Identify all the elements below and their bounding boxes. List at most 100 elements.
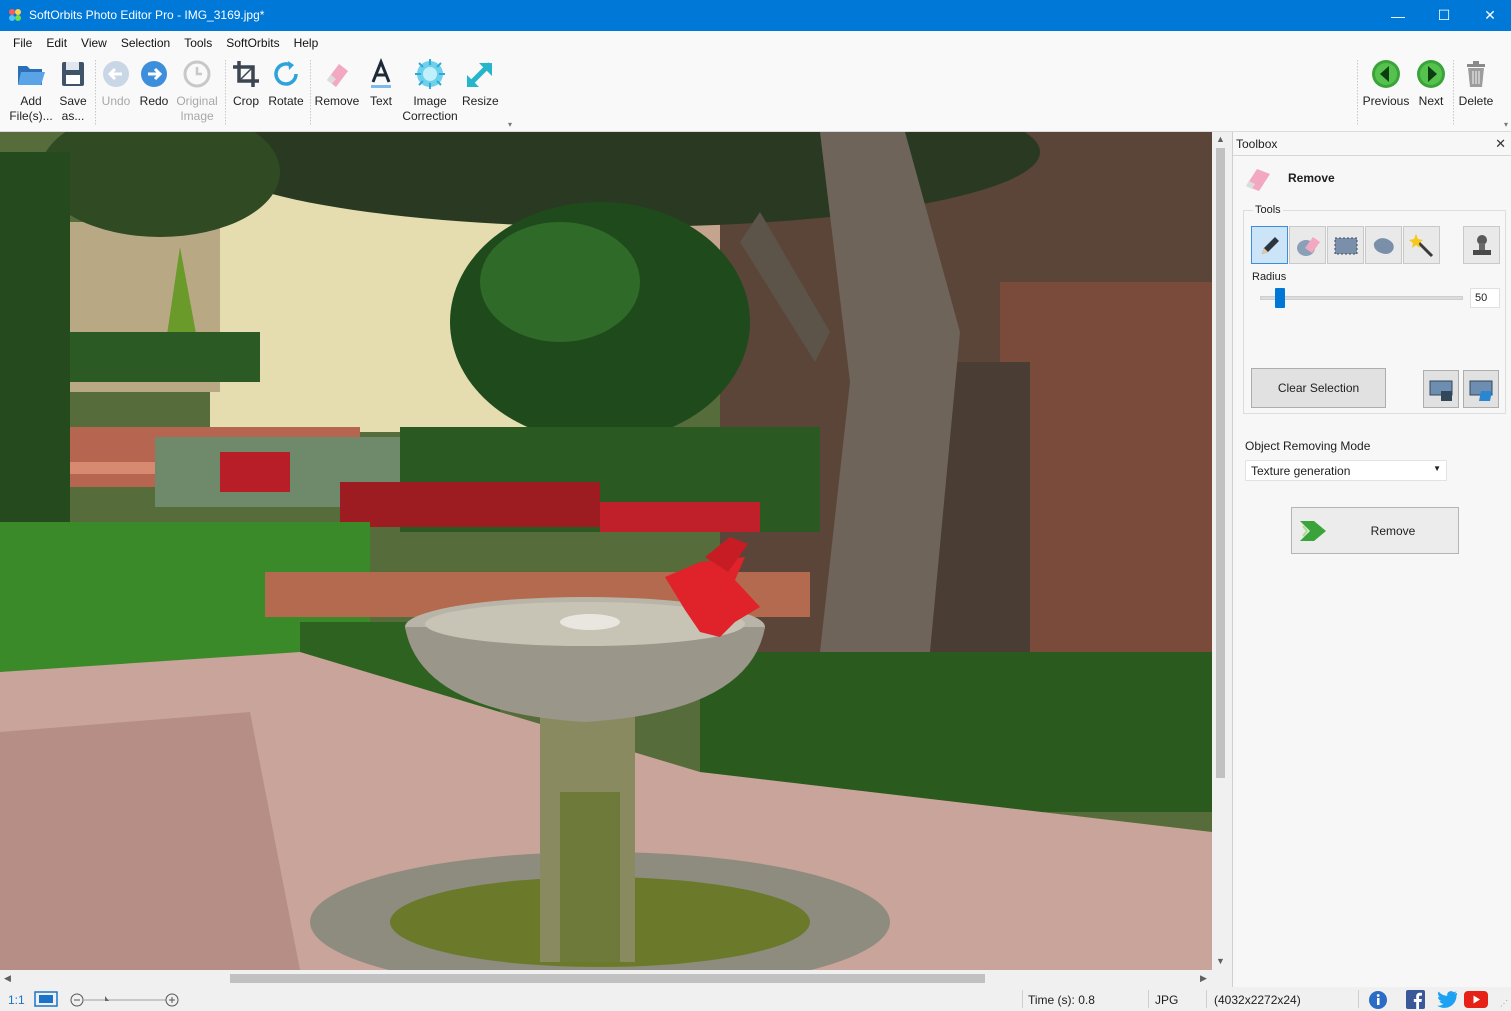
resize-button[interactable]: Resize [462, 58, 499, 109]
horizontal-scroll-thumb[interactable] [230, 974, 985, 983]
floppy-disk-icon [62, 62, 84, 86]
toolbox-close-icon[interactable]: ✕ [1495, 136, 1506, 152]
menu-selection[interactable]: Selection [114, 36, 177, 50]
eraser-tool-button[interactable] [1289, 226, 1326, 264]
save-as-button[interactable]: Save as... [56, 58, 90, 124]
remove-button[interactable]: Remove [1291, 507, 1459, 554]
image-dimensions: (4032x2272x24) [1214, 993, 1301, 1007]
menu-file[interactable]: File [6, 36, 39, 50]
toolbar-overflow-icon[interactable]: ▾ [508, 120, 512, 129]
load-selection-button[interactable] [1463, 370, 1499, 408]
previous-button[interactable]: Previous [1362, 58, 1410, 109]
eraser-icon [1297, 237, 1320, 256]
fit-to-window-icon[interactable] [34, 991, 58, 1007]
toolbar-separator [1453, 60, 1454, 126]
vertical-scroll-thumb[interactable] [1216, 148, 1225, 778]
scroll-down-icon[interactable]: ▼ [1212, 954, 1229, 969]
previous-arrow-icon [1372, 60, 1400, 88]
info-icon[interactable] [1368, 990, 1388, 1010]
radius-slider-thumb[interactable] [1275, 288, 1286, 308]
object-removing-mode-select[interactable]: Texture generation ▼ [1245, 460, 1447, 481]
stamp-tool-button[interactable] [1463, 226, 1500, 264]
load-mask-icon [1469, 380, 1493, 401]
crop-button[interactable]: Crop [229, 58, 263, 109]
facebook-icon[interactable] [1406, 990, 1425, 1009]
scroll-right-icon[interactable]: ▶ [1196, 970, 1211, 987]
menu-view[interactable]: View [74, 36, 114, 50]
menu-edit[interactable]: Edit [39, 36, 74, 50]
image-canvas[interactable] [0, 132, 1212, 970]
remove-tool-button[interactable]: Remove [314, 58, 360, 109]
undo-button[interactable]: Undo [99, 58, 133, 109]
redo-arrow-icon [141, 61, 167, 87]
image-correction-button[interactable]: Image Correction [400, 58, 460, 124]
menu-softorbits[interactable]: SoftOrbits [219, 36, 286, 50]
radius-value-field[interactable]: 50 [1470, 288, 1500, 308]
next-button[interactable]: Next [1414, 58, 1448, 109]
toolbar-separator [310, 60, 311, 126]
original-image-button[interactable]: Original Image [174, 58, 220, 124]
lasso-tool-button[interactable] [1365, 226, 1402, 264]
toolbar-overflow-icon[interactable]: ▾ [1504, 120, 1508, 129]
title-bar: SoftOrbits Photo Editor Pro - IMG_3169.j… [0, 0, 1511, 31]
maximize-button[interactable]: ☐ [1421, 0, 1467, 31]
redo-button[interactable]: Redo [137, 58, 171, 109]
remove-button-label: Remove [1370, 524, 1416, 538]
tools-group-label: Tools [1253, 204, 1283, 216]
toolbox-title: Toolbox [1236, 137, 1278, 151]
scroll-up-icon[interactable]: ▲ [1212, 132, 1229, 147]
delete-button[interactable]: Delete [1456, 58, 1496, 109]
mode-select-value: Texture generation [1251, 464, 1351, 478]
status-divider [1358, 990, 1359, 1008]
eraser-icon [327, 64, 348, 87]
close-button[interactable]: ✕ [1467, 0, 1511, 31]
rect-select-tool-button[interactable] [1327, 226, 1364, 264]
youtube-icon[interactable] [1464, 991, 1488, 1008]
remove-section-title: Remove [1288, 171, 1335, 185]
menu-help[interactable]: Help [287, 36, 326, 50]
save-selection-button[interactable] [1423, 370, 1459, 408]
radius-slider-track[interactable] [1260, 296, 1463, 300]
magic-wand-tool-button[interactable] [1403, 226, 1440, 264]
open-folder-icon [18, 66, 45, 85]
minimize-button[interactable]: — [1375, 0, 1421, 31]
toolbar-separator [1357, 60, 1358, 126]
crop-icon [233, 61, 259, 87]
trash-can-icon [1467, 61, 1485, 87]
status-divider [1148, 990, 1149, 1008]
clear-selection-button[interactable]: Clear Selection [1251, 368, 1386, 408]
horizontal-scrollbar[interactable]: ◀ ▶ [0, 970, 1212, 987]
image-correction-icon [415, 59, 445, 89]
toolbox-panel: Toolbox ✕ Remove Tools Radius 50 Clear S… [1232, 132, 1511, 987]
pencil-tool-button[interactable] [1251, 226, 1288, 264]
text-tool-button[interactable]: Text [364, 58, 398, 109]
radius-label: Radius [1252, 271, 1287, 283]
undo-arrow-icon [103, 61, 129, 87]
text-a-icon [371, 58, 391, 88]
magic-wand-icon [1409, 234, 1434, 258]
menu-bar: File Edit View Selection Tools SoftOrbit… [0, 31, 1511, 54]
resize-grip-icon[interactable]: ⋰ [1500, 999, 1508, 1008]
zoom-ratio-button[interactable]: 1:1 [8, 993, 25, 1007]
pencil-icon [1262, 237, 1279, 254]
photo-garden-fountain [0, 132, 1212, 970]
status-bar: 1:1 Time (s): 0.8 JPG (4032x2272x24) ⋰ [0, 987, 1511, 1011]
zoom-slider[interactable] [70, 993, 180, 1007]
rect-select-icon [1334, 237, 1358, 255]
lasso-icon [1373, 238, 1394, 254]
app-logo-icon [9, 9, 21, 21]
menu-tools[interactable]: Tools [177, 36, 219, 50]
rotate-icon [274, 61, 298, 86]
eraser-icon [1246, 169, 1270, 191]
rotate-button[interactable]: Rotate [267, 58, 305, 109]
add-files-button[interactable]: Add File(s)... [8, 58, 54, 124]
chevron-down-icon: ▼ [1433, 464, 1441, 473]
next-arrow-icon [1417, 60, 1445, 88]
window-title: SoftOrbits Photo Editor Pro - IMG_3169.j… [29, 8, 265, 22]
twitter-icon[interactable] [1436, 991, 1457, 1008]
toolbar-separator [95, 60, 96, 126]
resize-arrow-icon [467, 62, 492, 87]
vertical-scrollbar[interactable]: ▲ ▼ [1212, 132, 1229, 970]
scroll-left-icon[interactable]: ◀ [0, 970, 15, 987]
stamp-icon [1473, 235, 1491, 255]
